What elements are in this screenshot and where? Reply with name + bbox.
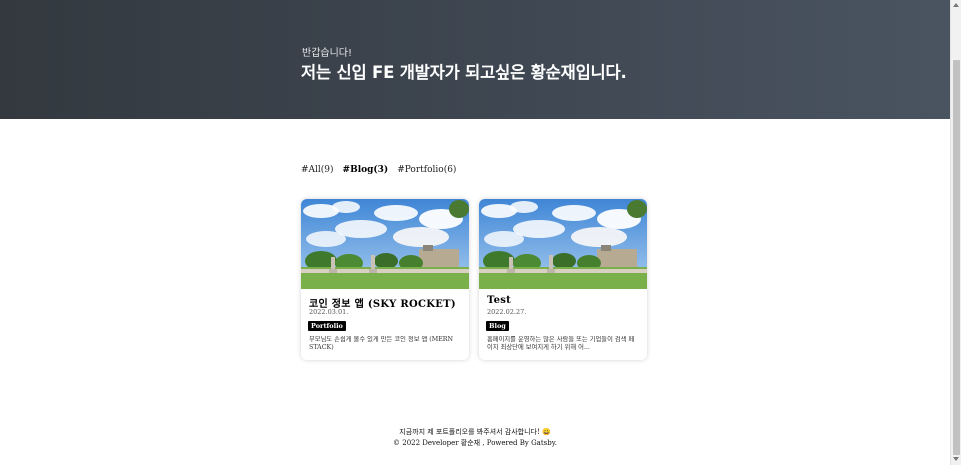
post-card[interactable]: 코인 정보 앱 (SKY ROCKET) 2022.03.01. Portfol… xyxy=(301,199,469,360)
page: 반갑습니다! 저는 신입 FE 개발자가 되고싶은 황순재입니다. #All(9… xyxy=(0,0,950,465)
footer-copyright: © 2022 Developer 황순재 , Powered By Gatsby… xyxy=(393,439,557,447)
filter-blog[interactable]: #Blog(3) xyxy=(343,165,389,175)
filter-portfolio[interactable]: #Portfolio(6) xyxy=(397,165,456,175)
category-filter: #All(9) #Blog(3) #Portfolio(6) xyxy=(301,165,456,175)
post-card[interactable]: Test 2022.02.27. Blog 홈페이지를 운영하는 많은 사람들 … xyxy=(479,199,647,360)
footer-thanks: 지금까지 제 포트폴리오를 봐주셔서 감사합니다! 😀 xyxy=(399,428,551,436)
post-category-badge: Portfolio xyxy=(308,321,346,331)
hero-headline: 저는 신입 FE 개발자가 되고싶은 황순재입니다. xyxy=(301,63,627,82)
post-date: 2022.03.01. xyxy=(309,308,349,316)
post-date: 2022.02.27. xyxy=(487,308,527,316)
post-thumbnail xyxy=(479,199,647,289)
post-summary: 부모님도 손쉽게 볼수 있게 만든 코인 정보 앱 (MERN STACK) xyxy=(309,336,454,351)
filter-all[interactable]: #All(9) xyxy=(301,165,334,175)
vertical-scrollbar[interactable] xyxy=(950,0,961,465)
post-category-badge: Blog xyxy=(486,321,509,331)
post-title: Test xyxy=(487,295,512,306)
scrollbar-thumb[interactable] xyxy=(953,60,960,455)
hero-greeting: 반갑습니다! xyxy=(302,48,353,59)
post-thumbnail xyxy=(301,199,469,289)
scroll-up-arrow-icon[interactable] xyxy=(953,3,959,7)
hero-banner: 반갑습니다! 저는 신입 FE 개발자가 되고싶은 황순재입니다. xyxy=(0,0,950,119)
scroll-down-arrow-icon[interactable] xyxy=(953,457,959,461)
post-summary: 홈페이지를 운영하는 많은 사람들 또는 기업들이 검색 페이지 최상단에 보여… xyxy=(487,336,635,351)
